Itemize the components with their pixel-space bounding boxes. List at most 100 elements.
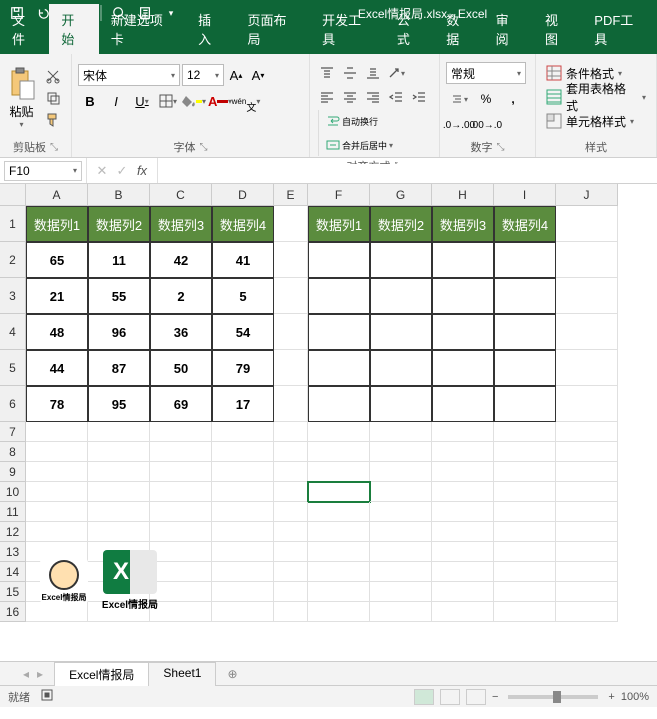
col-header-B[interactable]: B	[88, 184, 150, 206]
cell-F10[interactable]	[308, 482, 370, 502]
cell-G5[interactable]	[370, 350, 432, 386]
font-size-select[interactable]: 12▾	[182, 64, 224, 86]
sheet-nav-prev-icon[interactable]: ◂	[20, 667, 32, 681]
cancel-formula-icon[interactable]: ✕	[93, 163, 111, 179]
col-header-C[interactable]: C	[150, 184, 212, 206]
cell-J10[interactable]	[556, 482, 618, 502]
format-as-table-button[interactable]: 套用表格格式▾	[542, 86, 650, 108]
cell-H1[interactable]: 数据列3	[432, 206, 494, 242]
row-header-2[interactable]: 2	[0, 242, 26, 278]
cell-H2[interactable]	[432, 242, 494, 278]
cell-F16[interactable]	[308, 602, 370, 622]
select-all-corner[interactable]	[0, 184, 26, 206]
merge-center-button[interactable]: 合并后居中▾	[323, 134, 433, 156]
cell-E1[interactable]	[274, 206, 308, 242]
cell-B11[interactable]	[88, 502, 150, 522]
cell-J4[interactable]	[556, 314, 618, 350]
col-header-H[interactable]: H	[432, 184, 494, 206]
cell-H6[interactable]	[432, 386, 494, 422]
cell-A4[interactable]: 48	[26, 314, 88, 350]
cell-E9[interactable]	[274, 462, 308, 482]
align-middle-icon[interactable]	[339, 62, 361, 84]
cell-H3[interactable]	[432, 278, 494, 314]
column-headers[interactable]: ABCDEFGHIJ	[26, 184, 618, 206]
col-header-D[interactable]: D	[212, 184, 274, 206]
row-header-10[interactable]: 10	[0, 482, 26, 502]
border-button[interactable]: ▾	[156, 90, 180, 112]
increase-indent-icon[interactable]	[408, 86, 430, 108]
cell-A11[interactable]	[26, 502, 88, 522]
cell-D11[interactable]	[212, 502, 274, 522]
cell-C10[interactable]	[150, 482, 212, 502]
orientation-icon[interactable]: ▾	[385, 62, 407, 84]
cell-I14[interactable]	[494, 562, 556, 582]
row-header-7[interactable]: 7	[0, 422, 26, 442]
cell-I16[interactable]	[494, 602, 556, 622]
cell-J12[interactable]	[556, 522, 618, 542]
cell-D15[interactable]	[212, 582, 274, 602]
ribbon-tab-3[interactable]: 插入	[186, 4, 235, 54]
cell-F15[interactable]	[308, 582, 370, 602]
cell-B10[interactable]	[88, 482, 150, 502]
cell-F2[interactable]	[308, 242, 370, 278]
cell-A2[interactable]: 65	[26, 242, 88, 278]
cell-E6[interactable]	[274, 386, 308, 422]
cell-C8[interactable]	[150, 442, 212, 462]
cell-C11[interactable]	[150, 502, 212, 522]
cell-C1[interactable]: 数据列3	[150, 206, 212, 242]
cell-D4[interactable]: 54	[212, 314, 274, 350]
cell-C3[interactable]: 2	[150, 278, 212, 314]
row-header-3[interactable]: 3	[0, 278, 26, 314]
cell-H12[interactable]	[432, 522, 494, 542]
cell-I12[interactable]	[494, 522, 556, 542]
accept-formula-icon[interactable]: ✓	[113, 163, 131, 179]
cell-F5[interactable]	[308, 350, 370, 386]
cell-F12[interactable]	[308, 522, 370, 542]
cell-H9[interactable]	[432, 462, 494, 482]
cell-E11[interactable]	[274, 502, 308, 522]
cell-H7[interactable]	[432, 422, 494, 442]
decrease-decimal-button[interactable]: .00→.0	[473, 114, 499, 136]
cell-E14[interactable]	[274, 562, 308, 582]
cell-A9[interactable]	[26, 462, 88, 482]
page-layout-view-button[interactable]	[440, 689, 460, 705]
cell-J1[interactable]	[556, 206, 618, 242]
normal-view-button[interactable]	[414, 689, 434, 705]
fill-color-button[interactable]: ▾	[182, 90, 206, 112]
cell-I9[interactable]	[494, 462, 556, 482]
cell-G7[interactable]	[370, 422, 432, 442]
ribbon-tab-9[interactable]: 视图	[533, 4, 582, 54]
accounting-format-button[interactable]: ▾	[446, 88, 472, 110]
cell-G15[interactable]	[370, 582, 432, 602]
align-right-icon[interactable]	[362, 86, 384, 108]
cell-F4[interactable]	[308, 314, 370, 350]
font-color-button[interactable]: A ▾	[208, 90, 232, 112]
cell-B3[interactable]: 55	[88, 278, 150, 314]
row-header-14[interactable]: 14	[0, 562, 26, 582]
cell-I3[interactable]	[494, 278, 556, 314]
increase-decimal-button[interactable]: .0→.00	[446, 114, 472, 136]
cell-J2[interactable]	[556, 242, 618, 278]
row-header-15[interactable]: 15	[0, 582, 26, 602]
cell-H15[interactable]	[432, 582, 494, 602]
zoom-slider[interactable]	[508, 695, 598, 699]
cell-D2[interactable]: 41	[212, 242, 274, 278]
ribbon-tab-4[interactable]: 页面布局	[235, 4, 310, 54]
percent-format-button[interactable]: %	[473, 88, 499, 110]
cell-F1[interactable]: 数据列1	[308, 206, 370, 242]
format-painter-icon[interactable]	[43, 111, 63, 129]
cell-I15[interactable]	[494, 582, 556, 602]
cell-I6[interactable]	[494, 386, 556, 422]
cell-I5[interactable]	[494, 350, 556, 386]
increase-font-icon[interactable]: A▴	[226, 64, 246, 86]
row-header-12[interactable]: 12	[0, 522, 26, 542]
cell-A3[interactable]: 21	[26, 278, 88, 314]
zoom-out-button[interactable]: −	[492, 691, 498, 703]
cell-G4[interactable]	[370, 314, 432, 350]
formula-input[interactable]	[158, 164, 657, 178]
number-dialog-launcher-icon[interactable]: ⤡	[497, 142, 505, 153]
cell-G16[interactable]	[370, 602, 432, 622]
row-headers[interactable]: 12345678910111213141516	[0, 206, 26, 622]
cell-D13[interactable]	[212, 542, 274, 562]
cell-G10[interactable]	[370, 482, 432, 502]
